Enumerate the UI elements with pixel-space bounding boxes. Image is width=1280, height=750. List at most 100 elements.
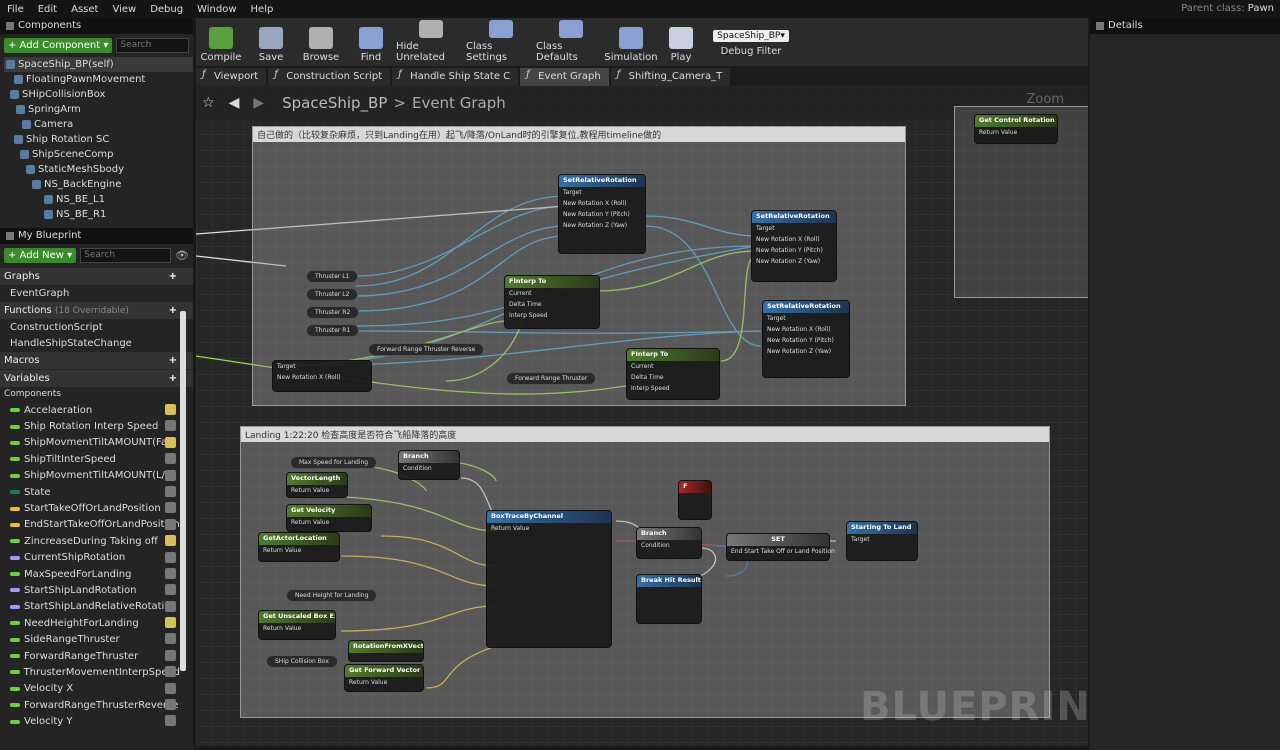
visibility-eye-icon[interactable] — [165, 567, 176, 579]
compile-button[interactable]: Compile — [196, 20, 246, 66]
back-arrow-icon[interactable]: ◀ — [229, 95, 240, 111]
node-branch-2[interactable]: Branch Condition — [636, 527, 702, 559]
node-finterp-1[interactable]: FInterp To Current Delta Time Interp Spe… — [504, 275, 600, 329]
menu-view[interactable]: View — [105, 4, 143, 15]
eye-icon[interactable]: 👁 — [175, 249, 189, 262]
visibility-eye-icon[interactable] — [165, 584, 176, 596]
play-button[interactable]: Play — [656, 20, 706, 66]
pin-return[interactable]: Return Value — [287, 517, 371, 528]
tab-handle-ship-state[interactable]: Handle Ship State C — [392, 68, 519, 86]
node-get-velocity[interactable]: Get Velocity Return Value — [286, 504, 372, 532]
visibility-eye-icon[interactable] — [165, 404, 176, 415]
node-set-relative-rotation-1[interactable]: SetRelativeRotation Target New Rotation … — [558, 174, 646, 254]
variable-item[interactable]: ZincreaseDuring Taking off — [0, 533, 180, 549]
var-ship-collision-box[interactable]: SHip Collision Box — [266, 655, 338, 668]
component-tree-item[interactable]: SHipCollisionBox — [4, 87, 193, 102]
components-search-input[interactable]: Search — [116, 38, 189, 53]
pin-return[interactable]: Return Value — [287, 485, 347, 496]
visibility-eye-icon[interactable] — [165, 617, 176, 629]
pin-roll[interactable]: New Rotation X (Roll) — [273, 372, 371, 383]
node-get-unscaled-box-extent[interactable]: Get Unscaled Box Extent Return Value — [258, 610, 336, 640]
menu-asset[interactable]: Asset — [64, 4, 105, 15]
variable-item[interactable]: CurrentShipRotation — [0, 550, 180, 566]
function-item-construction[interactable]: ConstructionScript — [0, 319, 193, 335]
visibility-eye-icon[interactable] — [165, 436, 176, 448]
pin-end-start[interactable]: End Start Take Off or Land Position — [727, 546, 835, 557]
var-thruster-r2[interactable]: Thruster R2 — [306, 306, 360, 319]
menu-help[interactable]: Help — [244, 4, 281, 15]
pin-condition[interactable]: Condition — [637, 540, 701, 551]
pin-roll[interactable]: New Rotation X (Roll) — [752, 234, 836, 245]
pin-pitch[interactable]: New Rotation Y (Pitch) — [763, 335, 849, 346]
visibility-eye-icon[interactable] — [165, 600, 176, 612]
hide-unrelated-button[interactable]: Hide Unrelated — [396, 20, 466, 66]
visibility-eye-icon[interactable] — [165, 420, 176, 432]
node-f[interactable]: F — [678, 480, 712, 520]
add-variable-icon[interactable]: + — [169, 373, 177, 384]
visibility-eye-icon[interactable] — [165, 469, 176, 481]
variables-section[interactable]: Variables + — [0, 370, 193, 387]
pin-pitch[interactable]: New Rotation Y (Pitch) — [752, 245, 836, 256]
debug-object-select[interactable]: SpaceShip_BP▾ — [713, 29, 789, 42]
node-set-relative-rotation-2[interactable]: SetRelativeRotation Target New Rotation … — [751, 210, 837, 282]
variable-item[interactable]: ForwardRangeThruster — [0, 648, 180, 664]
pin-target[interactable]: Target — [847, 534, 917, 545]
graph-item-eventgraph[interactable]: EventGraph — [0, 285, 193, 301]
variable-item[interactable]: ForwardRangeThrusterReverse — [0, 697, 180, 713]
pin-roll[interactable]: New Rotation X (Roll) — [559, 198, 645, 209]
visibility-eye-icon[interactable] — [165, 682, 176, 694]
save-button[interactable]: Save — [246, 20, 296, 66]
component-tree-item[interactable]: ShipSceneComp — [4, 147, 193, 162]
var-thruster-l1[interactable]: Thruster L1 — [306, 270, 359, 283]
components-tab[interactable]: Components — [0, 18, 193, 34]
tab-shifting-camera[interactable]: Shifting_Camera_T — [610, 68, 731, 86]
node-get-actor-location[interactable]: GetActorLocation Return Value — [258, 532, 340, 562]
pin-target[interactable]: Target — [559, 187, 645, 198]
variable-item[interactable]: Velocity Y — [0, 713, 180, 729]
event-graph-canvas[interactable]: ☆ ◀ ▶ SpaceShip_BP > Event Graph Zoom Ge… — [196, 86, 1088, 746]
macros-section[interactable]: Macros + — [0, 352, 193, 369]
node-get-forward-vector[interactable]: Get Forward Vector Return Value — [344, 664, 424, 692]
simulation-button[interactable]: Simulation — [604, 20, 658, 66]
visibility-eye-icon[interactable] — [165, 535, 176, 547]
pin-current[interactable]: Current — [505, 288, 599, 299]
pin-target[interactable]: Target — [273, 361, 371, 372]
node-finterp-2[interactable]: FInterp To Current Delta Time Interp Spe… — [626, 348, 720, 400]
visibility-eye-icon[interactable] — [165, 649, 176, 661]
variable-item[interactable]: NeedHeightForLanding — [0, 615, 180, 631]
variable-item[interactable]: EndStartTakeOffOrLandPosition — [0, 517, 180, 533]
add-component-button[interactable]: + Add Component ▾ — [4, 38, 113, 53]
functions-section[interactable]: Functions (18 Overridable) + — [0, 302, 193, 319]
forward-arrow-icon[interactable]: ▶ — [253, 95, 264, 111]
breadcrumb-root[interactable]: SpaceShip_BP — [282, 94, 387, 112]
components-var-label[interactable]: Components — [0, 387, 193, 402]
visibility-eye-icon[interactable] — [165, 518, 176, 530]
pin-yaw[interactable]: New Rotation Z (Yaw) — [752, 256, 836, 267]
visibility-eye-icon[interactable] — [165, 502, 176, 514]
visibility-eye-icon[interactable] — [165, 633, 176, 645]
node-box-trace-by-channel[interactable]: BoxTraceByChannel Return Value — [486, 510, 612, 648]
node-branch-1[interactable]: Branch Condition — [398, 450, 460, 480]
variable-item[interactable]: ShipMovmentTiltAMOUNT(L/R — [0, 468, 180, 484]
menu-debug[interactable]: Debug — [143, 4, 190, 15]
component-tree-item[interactable]: NS_BE_L1 — [4, 192, 193, 207]
pin-return[interactable]: Return Value — [487, 523, 611, 534]
pin-pitch[interactable]: New Rotation Y (Pitch) — [559, 209, 645, 220]
blueprint-search-input[interactable]: Search — [80, 248, 172, 263]
pin-interp[interactable]: Interp Speed — [505, 310, 599, 321]
tab-construction-script[interactable]: Construction Script — [268, 68, 391, 86]
variable-item[interactable]: ThrusterMovementInterpSpeed — [0, 664, 180, 680]
pin-return[interactable]: Return Value — [975, 127, 1057, 138]
pin-return[interactable]: Return Value — [259, 623, 335, 634]
variable-item[interactable]: SideRangeThruster — [0, 631, 180, 647]
add-graph-icon[interactable]: + — [169, 271, 177, 282]
var-max-speed-for-landing[interactable]: Max Speed for Landing — [290, 456, 378, 469]
node-break-hit-result[interactable]: Break Hit Result — [636, 574, 702, 624]
visibility-eye-icon[interactable] — [165, 453, 176, 465]
pin-current[interactable]: Current — [627, 361, 719, 372]
pin-delta[interactable]: Delta Time — [505, 299, 599, 310]
node-rotation-from-x-vector[interactable]: RotationFromXVector — [348, 640, 424, 662]
my-blueprint-tab[interactable]: My Blueprint — [0, 228, 193, 244]
component-tree-item[interactable]: StaticMeshSbody — [4, 162, 193, 177]
component-tree-item[interactable]: Ship Rotation SC — [4, 132, 193, 147]
